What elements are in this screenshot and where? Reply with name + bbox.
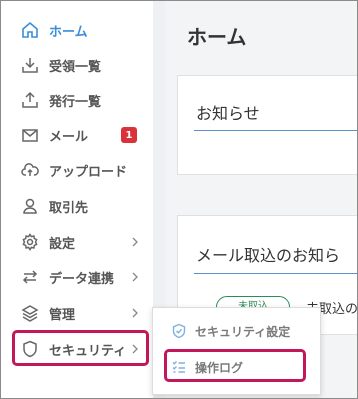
envelope-icon xyxy=(20,125,40,145)
operation-log-highlight-box xyxy=(164,349,306,382)
cloud-upload-icon xyxy=(20,160,40,180)
sidebar-item-label: アップロード xyxy=(49,164,128,180)
sidebar-item-label: 取引先 xyxy=(49,200,89,216)
sidebar-item-label: メール xyxy=(49,129,89,145)
sidebar-item-label: ホーム xyxy=(49,24,88,40)
sidebar-item-label: 発行一覧 xyxy=(49,94,102,110)
unread-count-badge: 1 xyxy=(121,127,137,143)
swap-arrows-icon xyxy=(20,267,40,287)
person-icon xyxy=(20,196,40,216)
chevron-right-icon xyxy=(130,308,140,318)
upload-tray-icon xyxy=(20,90,40,110)
page-title: ホーム xyxy=(187,25,247,49)
sidebar-item-label: 設定 xyxy=(49,236,76,252)
divider xyxy=(194,273,358,274)
sidebar-item-label: データ連携 xyxy=(49,271,115,287)
gear-icon xyxy=(20,232,40,252)
sidebar-item-label: 受領一覧 xyxy=(49,59,102,75)
sidebar-item-label: 管理 xyxy=(49,307,76,323)
home-icon xyxy=(20,20,40,40)
layers-icon xyxy=(20,303,40,323)
sidebar-item-mail[interactable]: メール 1 xyxy=(1,118,153,152)
sidebar-item-home[interactable]: ホーム xyxy=(1,13,153,47)
submenu-item-label: セキュリティ設定 xyxy=(195,324,291,339)
sidebar-item-settings[interactable]: 設定 xyxy=(1,225,153,259)
download-tray-icon xyxy=(20,55,40,75)
chevron-right-icon xyxy=(130,272,140,282)
submenu-item-security-settings[interactable]: セキュリティ設定 xyxy=(153,316,320,346)
sidebar-item-received[interactable]: 受領一覧 xyxy=(1,48,153,82)
sidebar-item-issued[interactable]: 発行一覧 xyxy=(1,83,153,117)
chevron-right-icon xyxy=(130,237,140,247)
shield-check-icon xyxy=(171,323,187,339)
card-title: お知らせ xyxy=(196,104,260,123)
sidebar-item-partners[interactable]: 取引先 xyxy=(1,189,153,223)
card-title: メール取込のお知ら xyxy=(196,246,341,265)
divider xyxy=(194,130,358,131)
sidebar-item-data-integration[interactable]: データ連携 xyxy=(1,260,153,294)
sidebar-item-admin[interactable]: 管理 xyxy=(1,296,153,330)
notice-card: お知らせ xyxy=(177,75,358,175)
security-highlight-box xyxy=(12,330,149,366)
sidebar-item-upload[interactable]: アップロード xyxy=(1,153,153,187)
